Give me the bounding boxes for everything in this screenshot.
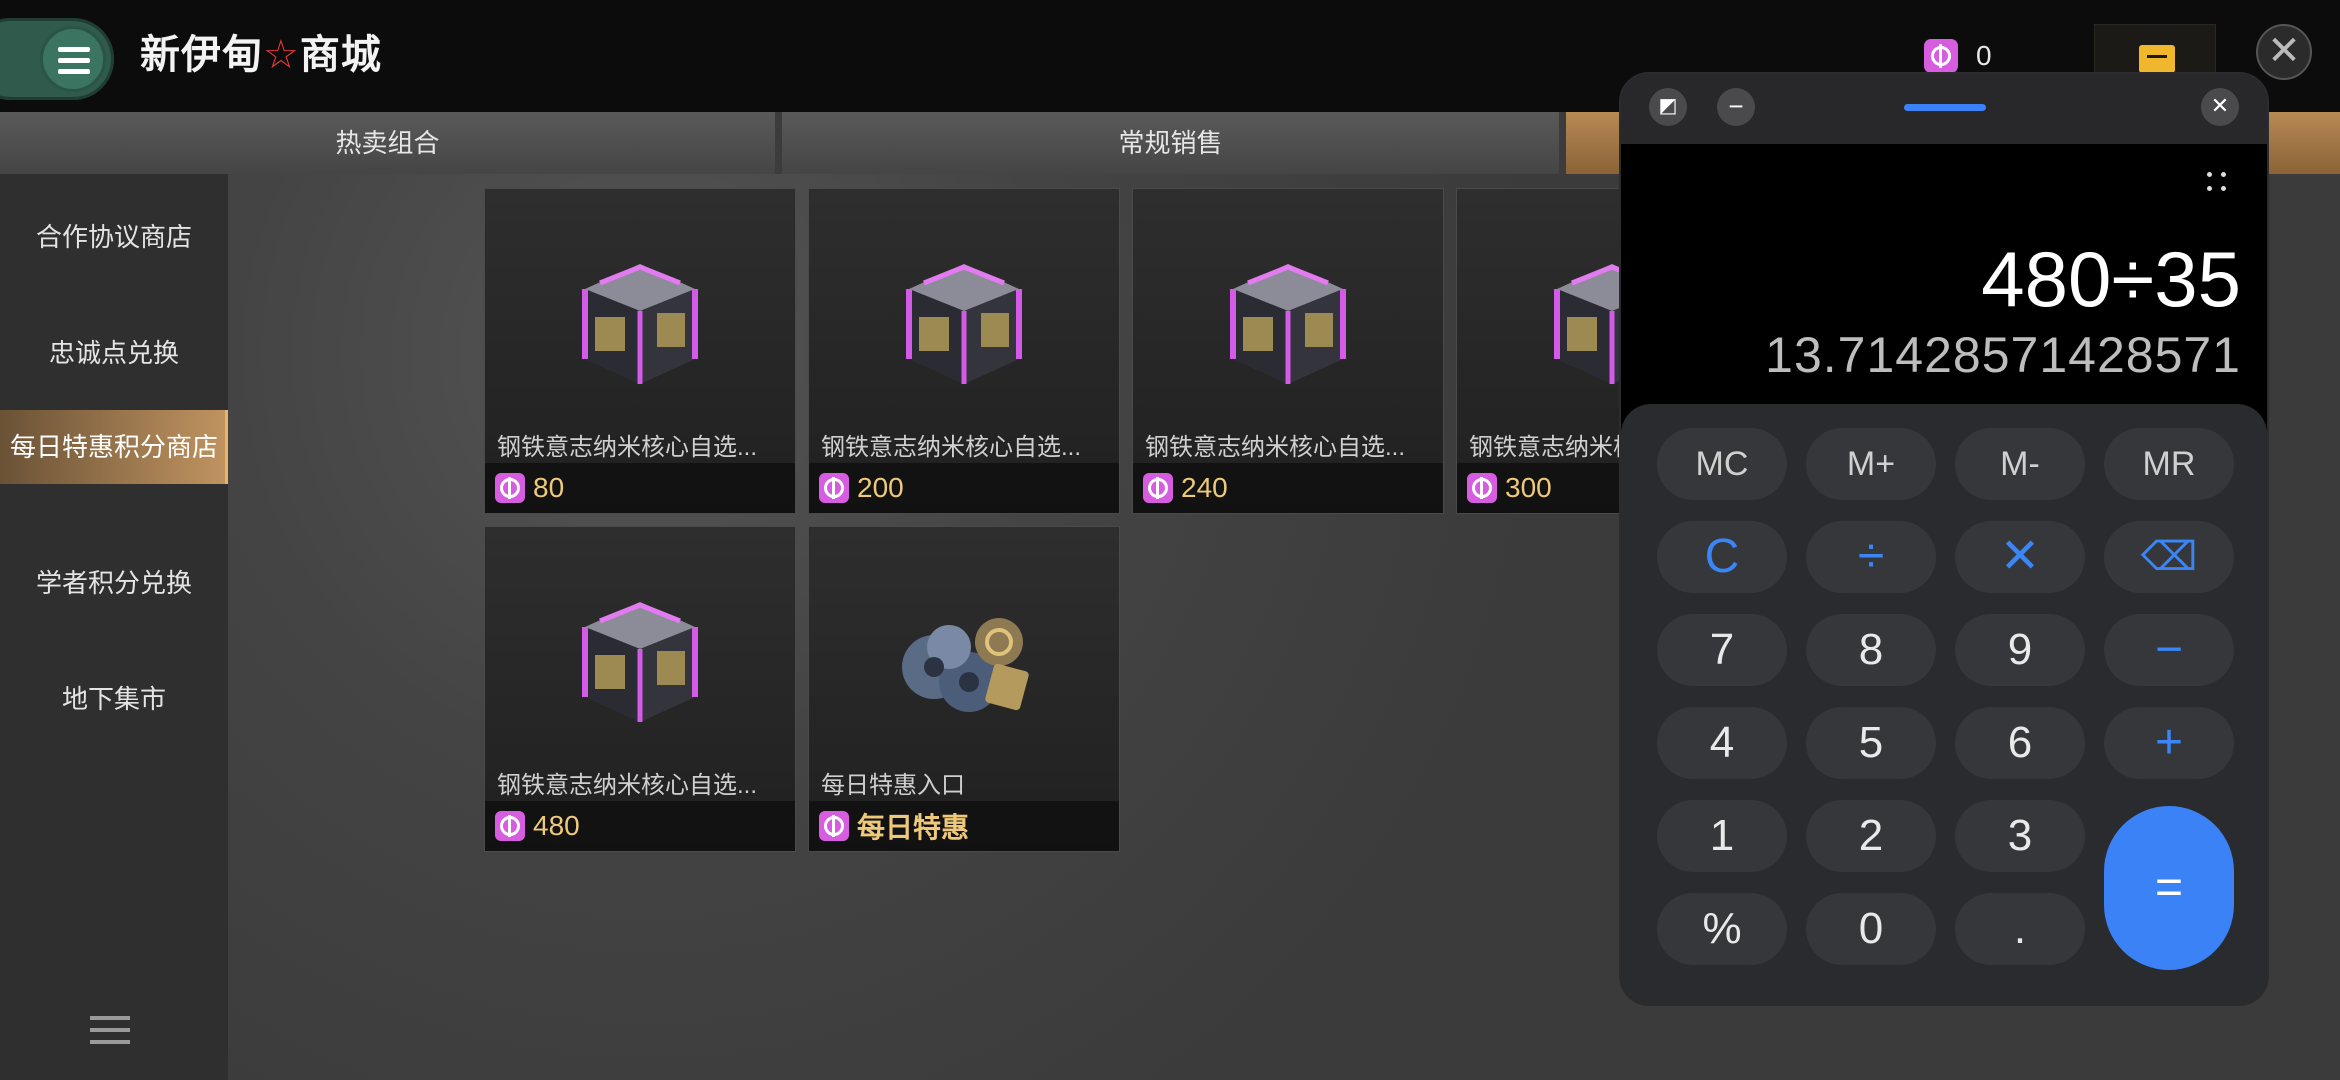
key-dot[interactable]: .	[1955, 893, 2085, 965]
product-card[interactable]: 钢铁意志纳米核心自选... 80	[484, 188, 796, 514]
tab-regular-sales[interactable]: 常规销售	[782, 112, 1559, 174]
product-card[interactable]: 钢铁意志纳米核心自选... 480	[484, 526, 796, 852]
key-plus[interactable]: +	[2104, 707, 2234, 779]
product-card[interactable]: 钢铁意志纳米核心自选... 240	[1132, 188, 1444, 514]
calculator-title-bar[interactable]: ◩ − ✕	[1621, 74, 2267, 144]
key-mminus[interactable]: M-	[1955, 428, 2085, 500]
key-7[interactable]: 7	[1657, 614, 1787, 686]
key-mr[interactable]: MR	[2104, 428, 2234, 500]
credit-coin-icon	[495, 473, 525, 503]
sidebar-item-cooperation-store[interactable]: 合作协议商店	[0, 200, 228, 274]
backspace-icon[interactable]: ⌫	[2104, 521, 2234, 593]
currency-value: 0	[1976, 40, 1992, 71]
key-equals[interactable]: =	[2104, 806, 2234, 970]
key-5[interactable]: 5	[1806, 707, 1936, 779]
key-4[interactable]: 4	[1657, 707, 1787, 779]
sidebar-item-underground-market[interactable]: 地下集市	[0, 662, 228, 736]
minimize-icon[interactable]: −	[1717, 88, 1755, 126]
credit-coin-icon	[819, 811, 849, 841]
sidebar: 合作协议商店 忠诚点兑换 每日特惠积分商店 学者积分兑换 地下集市	[0, 174, 230, 1080]
main-menu-button[interactable]	[0, 18, 114, 100]
key-9[interactable]: 9	[1955, 614, 2085, 686]
product-price: 80	[485, 463, 795, 513]
key-6[interactable]: 6	[1955, 707, 2085, 779]
key-clear[interactable]: C	[1657, 521, 1787, 593]
product-name: 钢铁意志纳米核心自选...	[1145, 434, 1406, 461]
tab-hot-bundles[interactable]: 热卖组合	[0, 112, 775, 174]
product-card[interactable]: 钢铁意志纳米核心自选... 200	[808, 188, 1120, 514]
product-card[interactable]: 每日特惠入口 每日特惠	[808, 526, 1120, 852]
calculator-keypad: MC M+ M- MR C ÷ ✕ ⌫ 7 8 9 − 4 5 6 + 1 2 …	[1621, 404, 2267, 1004]
key-mc[interactable]: MC	[1657, 428, 1787, 500]
menu-icon	[40, 26, 106, 92]
crate-icon	[582, 264, 698, 384]
crate-icon	[1230, 264, 1346, 384]
key-mplus[interactable]: M+	[1806, 428, 1936, 500]
key-minus[interactable]: −	[2104, 614, 2234, 686]
product-name: 钢铁意志纳米核心自选...	[497, 434, 758, 461]
key-percent[interactable]: %	[1657, 893, 1787, 965]
sidebar-item-daily-points-store[interactable]: 每日特惠积分商店	[0, 410, 230, 484]
product-name: 钢铁意志纳米核心自选...	[821, 434, 1082, 461]
credit-coin-icon	[1924, 39, 1958, 73]
credit-coin-icon	[495, 811, 525, 841]
resize-icon[interactable]: ◩	[1649, 88, 1687, 126]
key-0[interactable]: 0	[1806, 893, 1936, 965]
drag-handle[interactable]	[1904, 104, 1986, 111]
calculator-window: ◩ − ✕ 480÷35 13.71428571428571 MC M+ M- …	[1619, 72, 2269, 1006]
product-price: 480	[485, 801, 795, 851]
close-icon[interactable]: ✕	[2256, 24, 2312, 80]
product-price: 240	[1133, 463, 1443, 513]
more-options-icon[interactable]	[2207, 172, 2229, 194]
sidebar-item-loyalty-exchange[interactable]: 忠诚点兑换	[0, 316, 228, 390]
key-2[interactable]: 2	[1806, 800, 1936, 872]
calc-result: 13.71428571428571	[1765, 327, 2241, 383]
close-icon[interactable]: ✕	[2201, 88, 2239, 126]
ticket-icon	[2139, 45, 2175, 73]
calc-expression: 480÷35	[1981, 235, 2241, 323]
key-3[interactable]: 3	[1955, 800, 2085, 872]
product-price: 200	[809, 463, 1119, 513]
product-name: 每日特惠入口	[821, 772, 965, 799]
credit-coin-icon	[819, 473, 849, 503]
sidebar-item-scholar-exchange[interactable]: 学者积分兑换	[0, 546, 228, 620]
page-title: 新伊甸☆商城	[140, 33, 382, 77]
product-price: 每日特惠	[809, 801, 1119, 851]
product-name: 钢铁意志纳米核心自选...	[497, 772, 758, 799]
key-multiply[interactable]: ✕	[1955, 521, 2085, 593]
credit-coin-icon	[1143, 473, 1173, 503]
list-menu-icon[interactable]	[90, 1016, 130, 1052]
key-divide[interactable]: ÷	[1806, 521, 1936, 593]
gear-bundle-icon	[902, 618, 1029, 712]
crate-icon	[582, 602, 698, 722]
currency-balance: 0	[1924, 36, 1992, 76]
credit-coin-icon	[1467, 473, 1497, 503]
key-1[interactable]: 1	[1657, 800, 1787, 872]
crate-icon	[906, 264, 1022, 384]
key-8[interactable]: 8	[1806, 614, 1936, 686]
